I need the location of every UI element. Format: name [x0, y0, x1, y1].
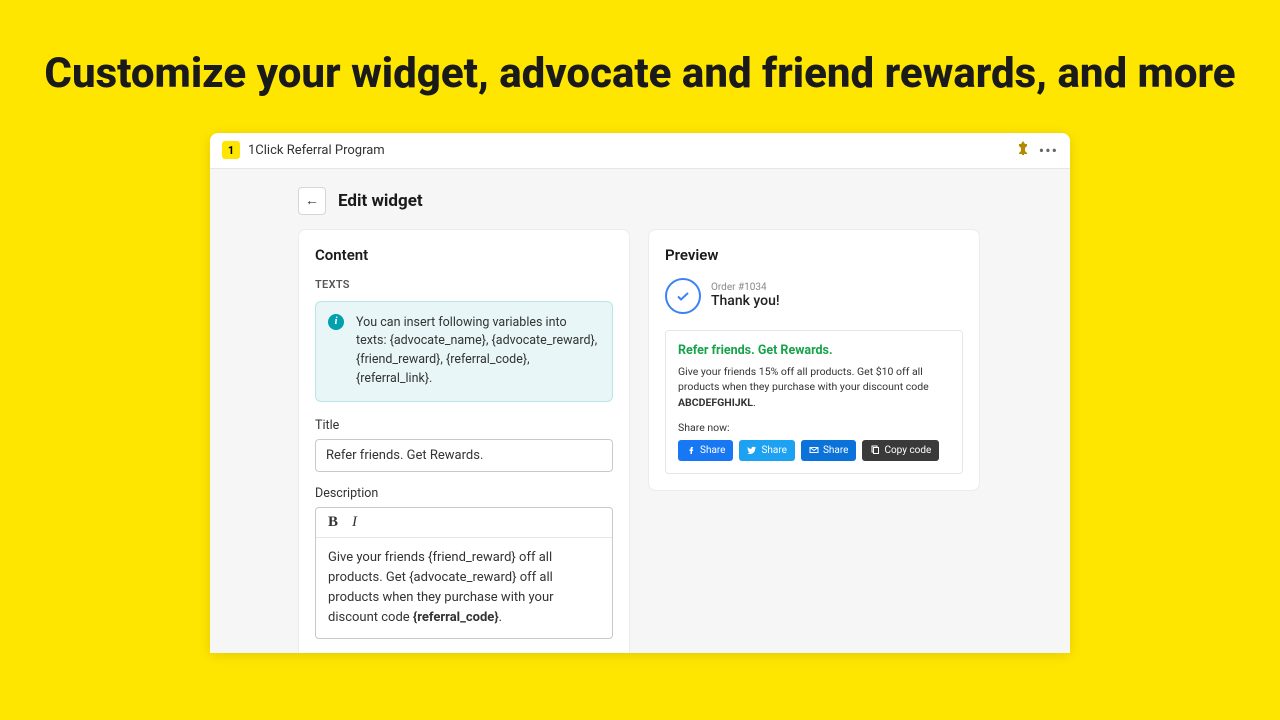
email-share-button[interactable]: Share: [801, 440, 856, 461]
bold-button[interactable]: B: [328, 514, 338, 531]
copy-icon: [870, 445, 880, 455]
share-buttons-row: Share Share Share Copy code: [678, 440, 950, 461]
share-now-label: Share now:: [678, 421, 950, 434]
title-field-label: Title: [315, 418, 613, 433]
info-text: You can insert following variables into …: [356, 315, 597, 386]
widget-description: Give your friends 15% off all products. …: [678, 364, 950, 411]
copy-code-button[interactable]: Copy code: [862, 440, 939, 461]
page-title: Edit widget: [338, 191, 423, 211]
hero-headline: Customize your widget, advocate and frie…: [20, 46, 1260, 103]
twitter-icon: [747, 445, 757, 455]
hero-banner: Customize your widget, advocate and frie…: [0, 0, 1280, 133]
app-header: 1 1Click Referral Program •••: [210, 133, 1070, 169]
content-heading: Content: [315, 246, 613, 264]
referral-widget-preview: Refer friends. Get Rewards. Give your fr…: [665, 330, 963, 474]
app-logo-icon: 1: [222, 141, 240, 159]
twitter-share-button[interactable]: Share: [739, 440, 794, 461]
facebook-share-button[interactable]: Share: [678, 440, 733, 461]
preview-card: Preview Order #1034 Thank you! Refer fri…: [648, 229, 980, 491]
page-header: ← Edit widget: [210, 169, 1070, 229]
widget-title: Refer friends. Get Rewards.: [678, 343, 950, 358]
thank-you-text: Thank you!: [711, 293, 780, 309]
texts-label: TEXTS: [315, 278, 613, 291]
title-input[interactable]: [315, 439, 613, 472]
description-textarea[interactable]: Give your friends {friend_reward} off al…: [316, 538, 612, 639]
facebook-icon: [686, 445, 696, 455]
email-icon: [809, 445, 819, 455]
variables-info-box: i You can insert following variables int…: [315, 301, 613, 402]
rte-toolbar: B I: [316, 508, 612, 538]
more-menu-icon[interactable]: •••: [1039, 141, 1058, 160]
order-confirmation: Order #1034 Thank you!: [665, 278, 963, 314]
description-editor: B I Give your friends {friend_reward} of…: [315, 507, 613, 640]
app-window: 1 1Click Referral Program ••• ← Edit wid…: [210, 133, 1070, 653]
order-number: Order #1034: [711, 282, 780, 293]
check-icon: [665, 278, 701, 314]
description-field-label: Description: [315, 486, 613, 501]
app-name: 1Click Referral Program: [248, 143, 385, 158]
content-card: Content TEXTS i You can insert following…: [298, 229, 630, 653]
info-icon: i: [328, 314, 344, 330]
preview-heading: Preview: [665, 246, 963, 264]
back-button[interactable]: ←: [298, 187, 326, 215]
italic-button[interactable]: I: [352, 514, 357, 531]
pin-icon[interactable]: [1017, 141, 1029, 159]
